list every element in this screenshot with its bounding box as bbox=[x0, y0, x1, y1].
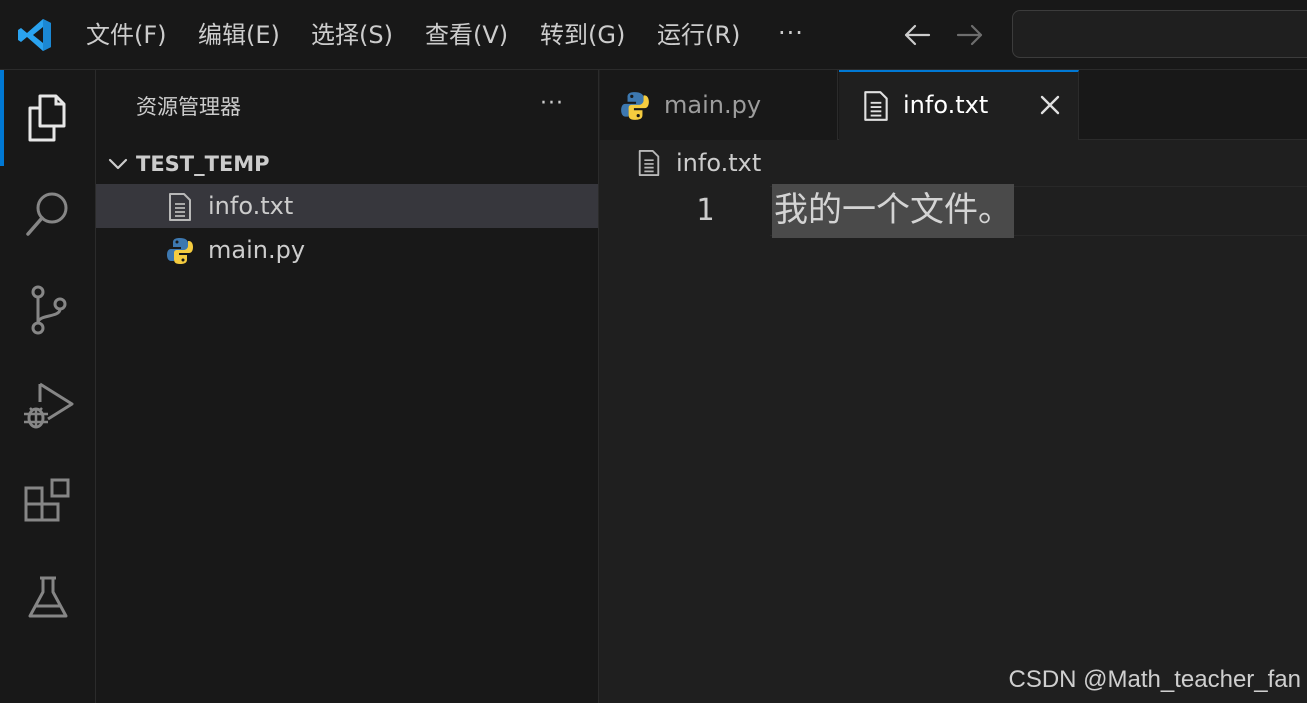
text-file-icon bbox=[864, 91, 888, 121]
explorer-icon[interactable] bbox=[20, 90, 76, 146]
python-icon bbox=[167, 238, 193, 264]
breadcrumb: info.txt bbox=[600, 140, 1307, 186]
line-number: 1 bbox=[696, 193, 715, 228]
menu-file[interactable]: 文件(F) bbox=[86, 18, 167, 52]
file-item-main-py[interactable]: main.py bbox=[96, 228, 598, 272]
testing-icon[interactable] bbox=[20, 570, 76, 626]
title-bar: 文件(F) 编辑(E) 选择(S) 查看(V) 转到(G) 运行(R) ··· bbox=[0, 0, 1307, 70]
active-indicator bbox=[0, 70, 4, 166]
explorer-title: 资源管理器 bbox=[136, 95, 241, 119]
breadcrumb-item[interactable]: info.txt bbox=[676, 147, 761, 179]
run-debug-icon[interactable] bbox=[20, 378, 76, 434]
python-icon bbox=[621, 92, 649, 120]
tab-label: main.py bbox=[664, 91, 762, 119]
tab-main-py[interactable]: main.py bbox=[600, 70, 838, 140]
arrow-right-icon[interactable] bbox=[955, 22, 985, 48]
close-icon[interactable] bbox=[1037, 92, 1063, 118]
source-control-icon[interactable] bbox=[20, 282, 76, 338]
code-editor[interactable]: 1 我的一个文件。 bbox=[600, 184, 1307, 703]
menu-selection[interactable]: 选择(S) bbox=[311, 18, 393, 52]
watermark: CSDN @Math_teacher_fan bbox=[1008, 666, 1302, 693]
text-file-icon bbox=[169, 193, 191, 221]
tab-info-txt[interactable]: info.txt bbox=[839, 70, 1079, 141]
folder-row[interactable]: TEST_TEMP bbox=[96, 144, 598, 184]
file-item-info-txt[interactable]: info.txt bbox=[96, 184, 598, 228]
vscode-logo-icon[interactable] bbox=[17, 17, 53, 53]
text-file-icon bbox=[638, 150, 660, 176]
code-line[interactable]: 我的一个文件。 bbox=[772, 184, 1014, 238]
arrow-left-icon[interactable] bbox=[902, 22, 932, 48]
search-icon[interactable] bbox=[20, 186, 76, 242]
folder-name: TEST_TEMP bbox=[136, 152, 270, 176]
menu-go[interactable]: 转到(G) bbox=[540, 18, 625, 52]
menu-run[interactable]: 运行(R) bbox=[657, 18, 740, 52]
chevron-down-icon bbox=[108, 158, 128, 170]
file-item-label: main.py bbox=[208, 236, 306, 264]
file-item-label: info.txt bbox=[208, 192, 294, 220]
menu-view[interactable]: 查看(V) bbox=[425, 18, 508, 52]
command-center-search[interactable] bbox=[1012, 10, 1307, 58]
editor-tab-bar: main.py info.txt bbox=[600, 70, 1307, 141]
menu-edit[interactable]: 编辑(E) bbox=[198, 18, 280, 52]
explorer-sidebar: 资源管理器 ··· TEST_TEMP info.txt main.py bbox=[96, 70, 599, 703]
tab-label: info.txt bbox=[903, 91, 989, 119]
extensions-icon[interactable] bbox=[20, 474, 76, 530]
explorer-more-button[interactable]: ··· bbox=[540, 92, 564, 116]
activity-bar bbox=[0, 70, 96, 703]
menu-more-button[interactable]: ··· bbox=[778, 18, 804, 52]
